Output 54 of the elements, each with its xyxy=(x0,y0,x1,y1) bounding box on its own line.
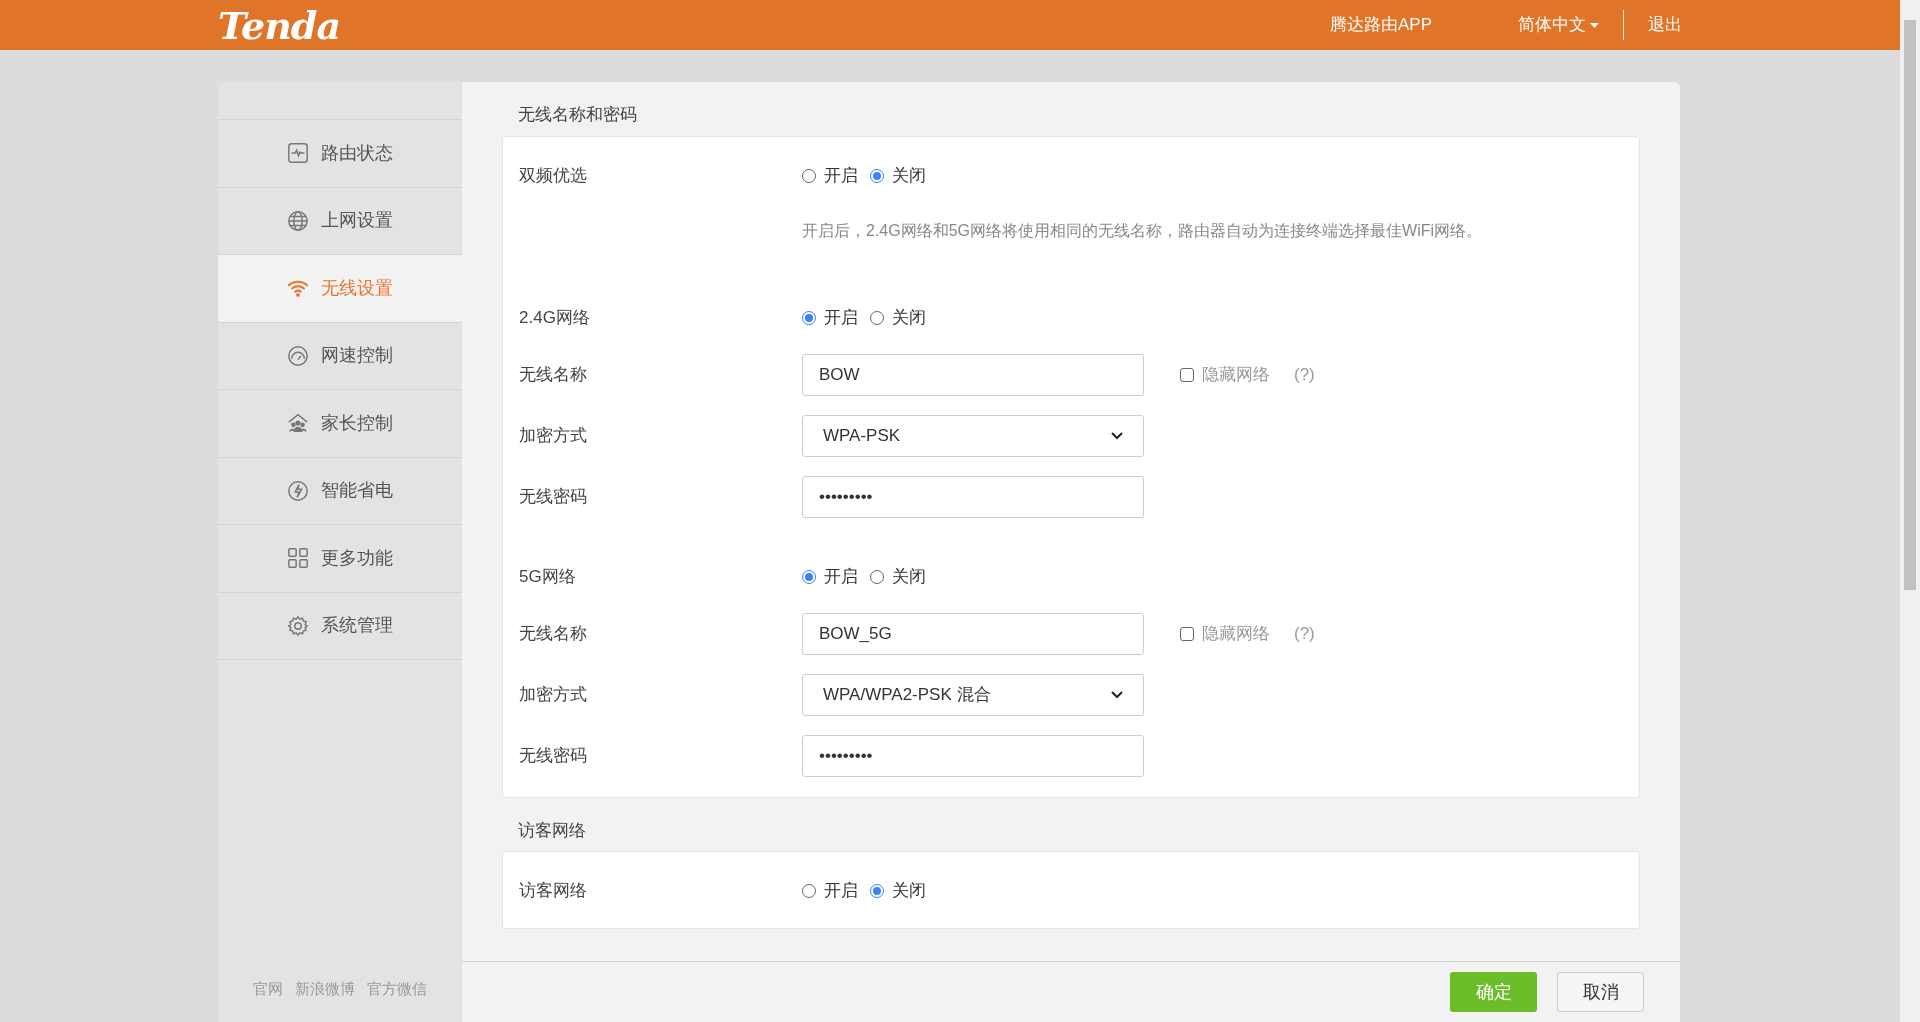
checkbox-label: 隐藏网络 xyxy=(1202,622,1270,645)
radio-button[interactable] xyxy=(802,168,816,183)
logo: Tenda xyxy=(218,1,341,50)
checkbox-label: 隐藏网络 xyxy=(1202,363,1270,386)
radio-button[interactable] xyxy=(802,884,816,898)
radio-button[interactable] xyxy=(870,569,884,584)
people-icon xyxy=(287,412,309,435)
radio-label: 开启 xyxy=(824,306,858,329)
field-label: 5G网络 xyxy=(519,565,577,588)
field-label: 无线密码 xyxy=(519,485,588,508)
checkbox[interactable] xyxy=(1180,367,1194,382)
chevron-down-icon xyxy=(1111,690,1123,699)
input-field[interactable]: BOW xyxy=(802,353,1144,396)
settings-icon xyxy=(287,614,309,637)
radio-label: 开启 xyxy=(824,880,858,903)
radio-button[interactable] xyxy=(870,884,884,898)
field-label: 无线名称 xyxy=(519,363,588,386)
password-field[interactable]: ••••••••• xyxy=(802,475,1144,518)
field-label: 访客网络 xyxy=(519,880,588,903)
radio-button[interactable] xyxy=(802,569,816,584)
gauge-icon xyxy=(287,344,309,367)
field-label: 双频优选 xyxy=(519,164,588,187)
header-link[interactable]: 退出 xyxy=(1648,12,1682,38)
globe-icon xyxy=(287,209,309,232)
radio-button[interactable] xyxy=(870,310,884,325)
section-title: 访客网络 xyxy=(518,819,587,842)
activity-icon xyxy=(287,142,309,165)
cancel-button[interactable]: 取消 xyxy=(1557,972,1644,1012)
field-label: 2.4G网络 xyxy=(519,306,591,329)
input-field[interactable]: BOW_5G xyxy=(802,612,1144,655)
checkbox[interactable] xyxy=(1180,626,1194,641)
header-link[interactable]: 腾达路由APP xyxy=(1329,12,1432,38)
dropdown[interactable]: WPA/WPA2-PSK 混合 xyxy=(802,673,1144,716)
radio-button[interactable] xyxy=(802,310,816,325)
radio-label: 关闭 xyxy=(892,306,926,329)
radio-label: 开启 xyxy=(824,164,858,187)
radio-label: 开启 xyxy=(824,565,858,588)
section-title: 无线名称和密码 xyxy=(518,104,638,126)
lightning-icon xyxy=(287,479,309,502)
password-field[interactable]: ••••••••• xyxy=(802,734,1144,777)
field-label: 加密方式 xyxy=(519,424,588,447)
caret-icon xyxy=(1590,22,1599,28)
dropdown[interactable]: WPA-PSK xyxy=(802,414,1144,457)
field-label: 无线名称 xyxy=(519,622,588,645)
grid-icon xyxy=(287,547,309,570)
field-label: 加密方式 xyxy=(519,683,588,706)
radio-label: 关闭 xyxy=(892,880,926,903)
language-dropdown[interactable]: 简体中文 xyxy=(1518,12,1599,38)
field-label: 无线密码 xyxy=(519,744,588,767)
radio-label: 关闭 xyxy=(892,164,926,187)
hint-text: 开启后，2.4G网络和5G网络将使用相同的无线名称，路由器自动为连接终端选择最佳WiFi网络。 xyxy=(802,220,1483,241)
radio-button[interactable] xyxy=(870,168,884,183)
radio-label: 关闭 xyxy=(892,565,926,588)
chevron-down-icon xyxy=(1111,431,1123,440)
